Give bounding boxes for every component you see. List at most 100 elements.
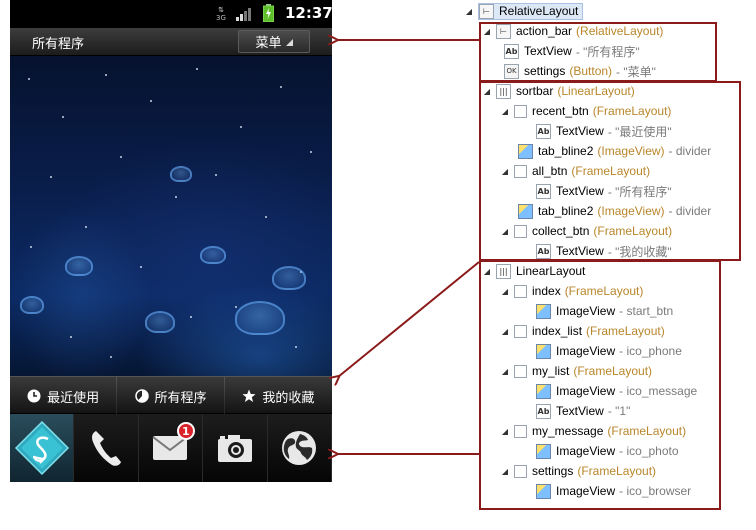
relative-layout-icon: ⊢ [496,23,511,39]
textview-icon: Ab [536,183,551,199]
collapse-toggle-icon[interactable]: ◢ [500,427,510,436]
tree-node-type: (FrameLayout) [564,284,644,298]
menu-triangle-icon [285,39,293,46]
frame-layout-icon [514,424,527,438]
clock-icon [27,389,41,403]
tree-node[interactable]: ◢ settings (FrameLayout) [500,462,656,480]
recent-button[interactable]: 最近使用 [10,377,116,415]
tree-node-name: ImageView [556,484,616,498]
arrow-sortbar [338,261,480,377]
tree-node[interactable]: ◢ collect_btn (FrameLayout) [500,222,672,240]
tree-node[interactable]: Ab TextView - "最近使用" [536,122,672,140]
tree-node-name: ImageView [556,444,616,458]
frame-layout-icon [514,364,527,378]
tree-node-desc: - "最近使用" [607,124,672,139]
textview-icon: Ab [536,123,551,139]
tree-node[interactable]: ImageView - ico_phone [536,342,682,360]
tree-node-name: index_list [532,324,583,338]
tree-node[interactable]: Ab TextView - "所有程序" [504,42,640,60]
wallpaper [10,56,332,376]
tree-node[interactable]: Ab TextView - "1" [536,402,630,420]
tree-node-root[interactable]: ◢ ⊢ RelativeLayout [464,2,584,20]
imageview-icon [536,483,551,499]
tree-node-type: (Button) [569,64,613,78]
tree-node-name: recent_btn [532,104,589,118]
tree-node[interactable]: tab_bline2 (ImageView) - divider [518,142,711,160]
tree-node-desc: - "菜单" [616,64,656,79]
tree-node[interactable]: ◢ ||| sortbar (LinearLayout) [482,82,635,100]
network-label: 3G [216,14,226,22]
frame-layout-icon [514,104,527,118]
collapse-toggle-icon[interactable]: ◢ [500,167,510,176]
dock-browser-button[interactable] [268,414,332,482]
signal-icon [236,8,251,21]
tree-node-name: TextView [556,184,604,198]
frame-layout-icon [514,464,527,478]
tree-node-name: my_message [532,424,604,438]
tree-node[interactable]: OK settings (Button) - "菜单" [504,62,656,80]
tree-node-type: (FrameLayout) [577,464,657,478]
tree-node[interactable]: ImageView - ico_photo [536,442,679,460]
imageview-icon [536,303,551,319]
tree-node-name: settings [524,64,566,78]
tree-node[interactable]: ImageView - ico_message [536,382,697,400]
dock-message-button[interactable]: 1 [139,414,204,482]
tree-node-type: (RelativeLayout) [576,24,664,38]
favorites-label: 我的收藏 [262,390,315,406]
tree-node[interactable]: ◢ ||| LinearLayout [482,262,585,280]
tree-node-type: (ImageView) [597,204,665,218]
tree-node[interactable]: ◢ my_list (FrameLayout) [500,362,652,380]
action-bar: 所有程序 菜单 [10,28,332,56]
pie-icon [134,389,149,403]
frame-layout-icon [514,224,527,238]
tree-node[interactable]: ◢ index_list (FrameLayout) [500,322,665,340]
collapse-toggle-icon[interactable]: ◢ [464,7,474,16]
imageview-icon [536,443,551,459]
collapse-toggle-icon[interactable]: ◢ [500,227,510,236]
tree-node-name: tab_bline2 [538,144,594,158]
collapse-toggle-icon[interactable]: ◢ [482,87,492,96]
menu-button[interactable]: 菜单 [238,30,310,53]
collapse-toggle-icon[interactable]: ◢ [500,107,510,116]
collapse-toggle-icon[interactable]: ◢ [482,267,492,276]
imageview-icon [518,143,533,159]
tree-node[interactable]: ◢ recent_btn (FrameLayout) [500,102,672,120]
tree-node[interactable]: Ab TextView - "所有程序" [536,182,672,200]
dock-start-button[interactable] [10,414,75,482]
tree-node-name: TextView [556,404,604,418]
tree-node[interactable]: ◢ index (FrameLayout) [500,282,643,300]
collapse-toggle-icon[interactable]: ◢ [500,467,510,476]
collapse-toggle-icon[interactable]: ◢ [500,287,510,296]
tree-node-type: (FrameLayout) [586,324,665,338]
all-apps-button[interactable]: 所有程序 [117,377,223,415]
tree-node-name: ImageView [556,384,616,398]
hierarchy-tree: ◢ ⊢ RelativeLayout ◢ ⊢ action_bar (Relat… [460,0,756,530]
tree-node[interactable]: Ab TextView - "我的收藏" [536,242,672,260]
recent-label: 最近使用 [47,390,100,406]
tree-node[interactable]: ImageView - ico_browser [536,482,691,500]
dock-phone-button[interactable] [74,414,139,482]
menu-button-label: 菜单 [255,36,282,51]
favorites-button[interactable]: 我的收藏 [225,377,332,415]
tree-node[interactable]: ◢ ⊢ action_bar (RelativeLayout) [482,22,663,40]
dock-camera-button[interactable] [203,414,268,482]
linear-layout-icon: ||| [496,83,511,99]
collapse-toggle-icon[interactable]: ◢ [500,327,510,336]
status-bar: ⇅ 3G 12:37 [10,0,332,28]
tree-node-name: TextView [524,44,572,58]
tree-node-name: settings [532,464,574,478]
textview-icon: Ab [504,43,519,59]
tree-node[interactable]: ◢ all_btn (FrameLayout) [500,162,650,180]
collapse-toggle-icon[interactable]: ◢ [500,367,510,376]
tree-node-name: all_btn [532,164,568,178]
tree-node[interactable]: tab_bline2 (ImageView) - divider [518,202,711,220]
dock-bar: 1 [10,414,332,482]
tree-node-desc: - "所有程序" [575,44,640,59]
collapse-toggle-icon[interactable]: ◢ [482,27,492,36]
tree-node-desc: - ico_phone [619,344,682,358]
tree-node-name: action_bar [516,24,573,38]
tree-node-desc: - divider [668,204,712,218]
sort-bar: 最近使用 所有程序 我的收藏 [10,376,332,415]
tree-node[interactable]: ImageView - start_btn [536,302,673,320]
tree-node[interactable]: ◢ my_message (FrameLayout) [500,422,686,440]
